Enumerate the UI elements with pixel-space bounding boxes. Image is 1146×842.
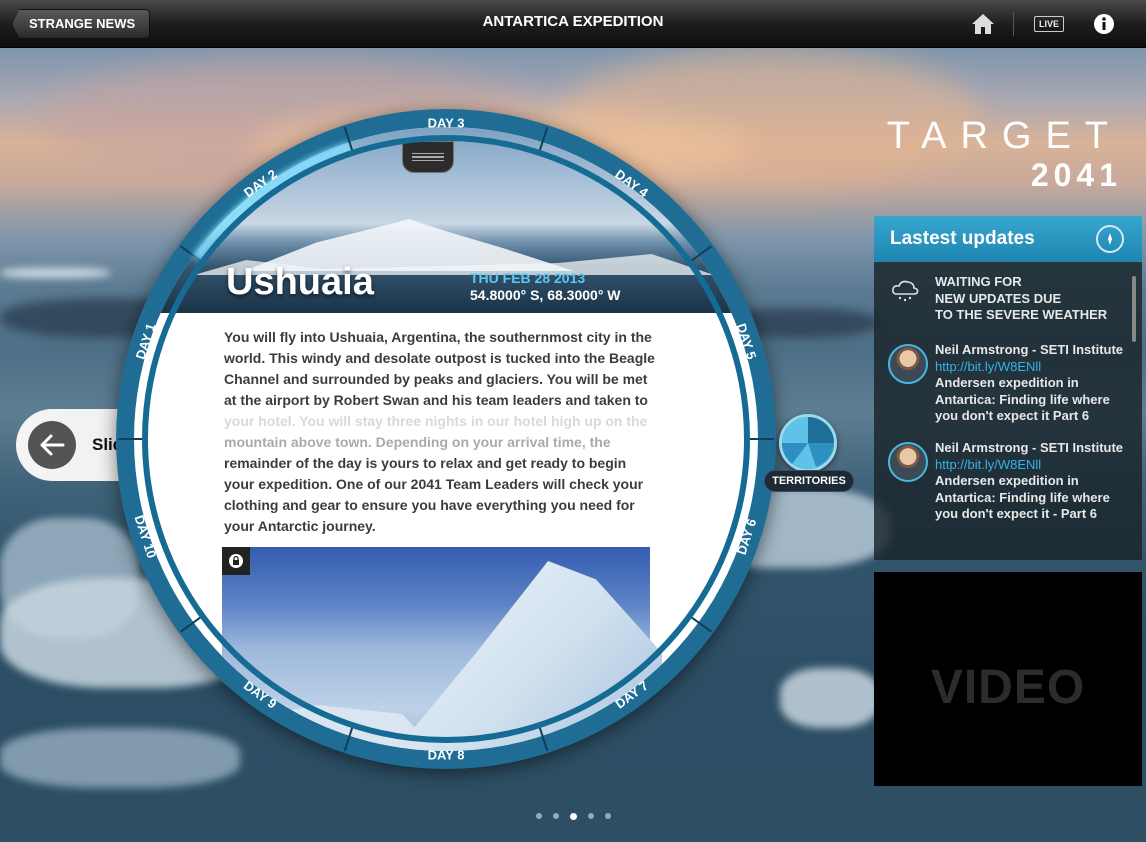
update-text: Andersen expedition in Antartica: Findin… [935,473,1110,521]
brand-line-2: 2041 [1030,157,1122,193]
home-icon[interactable] [968,10,998,38]
ring-divider [688,614,712,633]
weather-notice: WAITING FOR NEW UPDATES DUE TO THE SEVER… [888,274,1126,326]
video-label: VIDEO [930,660,1086,714]
arrow-left-icon[interactable] [28,421,76,469]
live-icon[interactable]: LIVE [1030,10,1068,38]
ring-divider [180,614,204,633]
page-dot[interactable] [553,813,559,819]
territories-pie-icon[interactable] [779,414,837,472]
weather-text: WAITING FOR NEW UPDATES DUE TO THE SEVER… [935,274,1108,322]
avatar [888,442,928,482]
territories-button[interactable]: TERRITORIES [764,470,854,492]
divider [1013,12,1014,36]
day-ring: DAY 1DAY 2DAY 3DAY 4DAY 5DAY 6DAY 7DAY 8… [118,116,774,763]
page-dot[interactable] [605,813,611,819]
day-label[interactable]: DAY 3 [428,116,465,131]
brand-line-1: TARGET [886,115,1122,157]
inner-rim [142,135,750,743]
top-bar: STRANGE NEWS ANTARTICA EXPEDITION LIVE [0,0,1146,48]
update-author: Neil Armstrong - SETI Institute [935,440,1124,455]
avatar [888,344,928,384]
ring-divider [537,126,549,154]
update-link[interactable]: http://bit.ly/W8ENll [935,457,1041,472]
updates-header: Lastest updates [874,216,1142,262]
page-dot[interactable] [536,813,542,819]
info-icon[interactable] [1090,10,1118,38]
update-link[interactable]: http://bit.ly/W8ENll [935,359,1041,374]
ring-divider [537,724,549,752]
ring-divider [343,724,355,752]
live-label: LIVE [1033,16,1064,32]
target-2041-logo: TARGET 2041 [887,116,1122,194]
update-author: Neil Armstrong - SETI Institute [935,342,1124,357]
video-panel[interactable]: VIDEO [874,572,1142,786]
ring-divider [688,245,712,264]
update-text: Andersen expedition in Antartica: Findin… [935,375,1110,423]
page-dot[interactable] [570,813,577,820]
update-item[interactable]: Neil Armstrong - SETI Institute http://b… [888,342,1126,423]
scrollbar[interactable] [1132,276,1136,342]
page-indicator[interactable] [536,813,611,820]
day-label[interactable]: DAY 8 [428,748,465,763]
latest-updates-panel: Lastest updates WAITING FOR NEW UPDATES … [874,216,1142,560]
compass-icon[interactable] [1096,225,1124,253]
updates-title: Lastest updates [890,228,1035,249]
update-item[interactable]: Neil Armstrong - SETI Institute http://b… [888,440,1126,521]
cloud-snow-icon [890,278,920,309]
page-dot[interactable] [588,813,594,819]
